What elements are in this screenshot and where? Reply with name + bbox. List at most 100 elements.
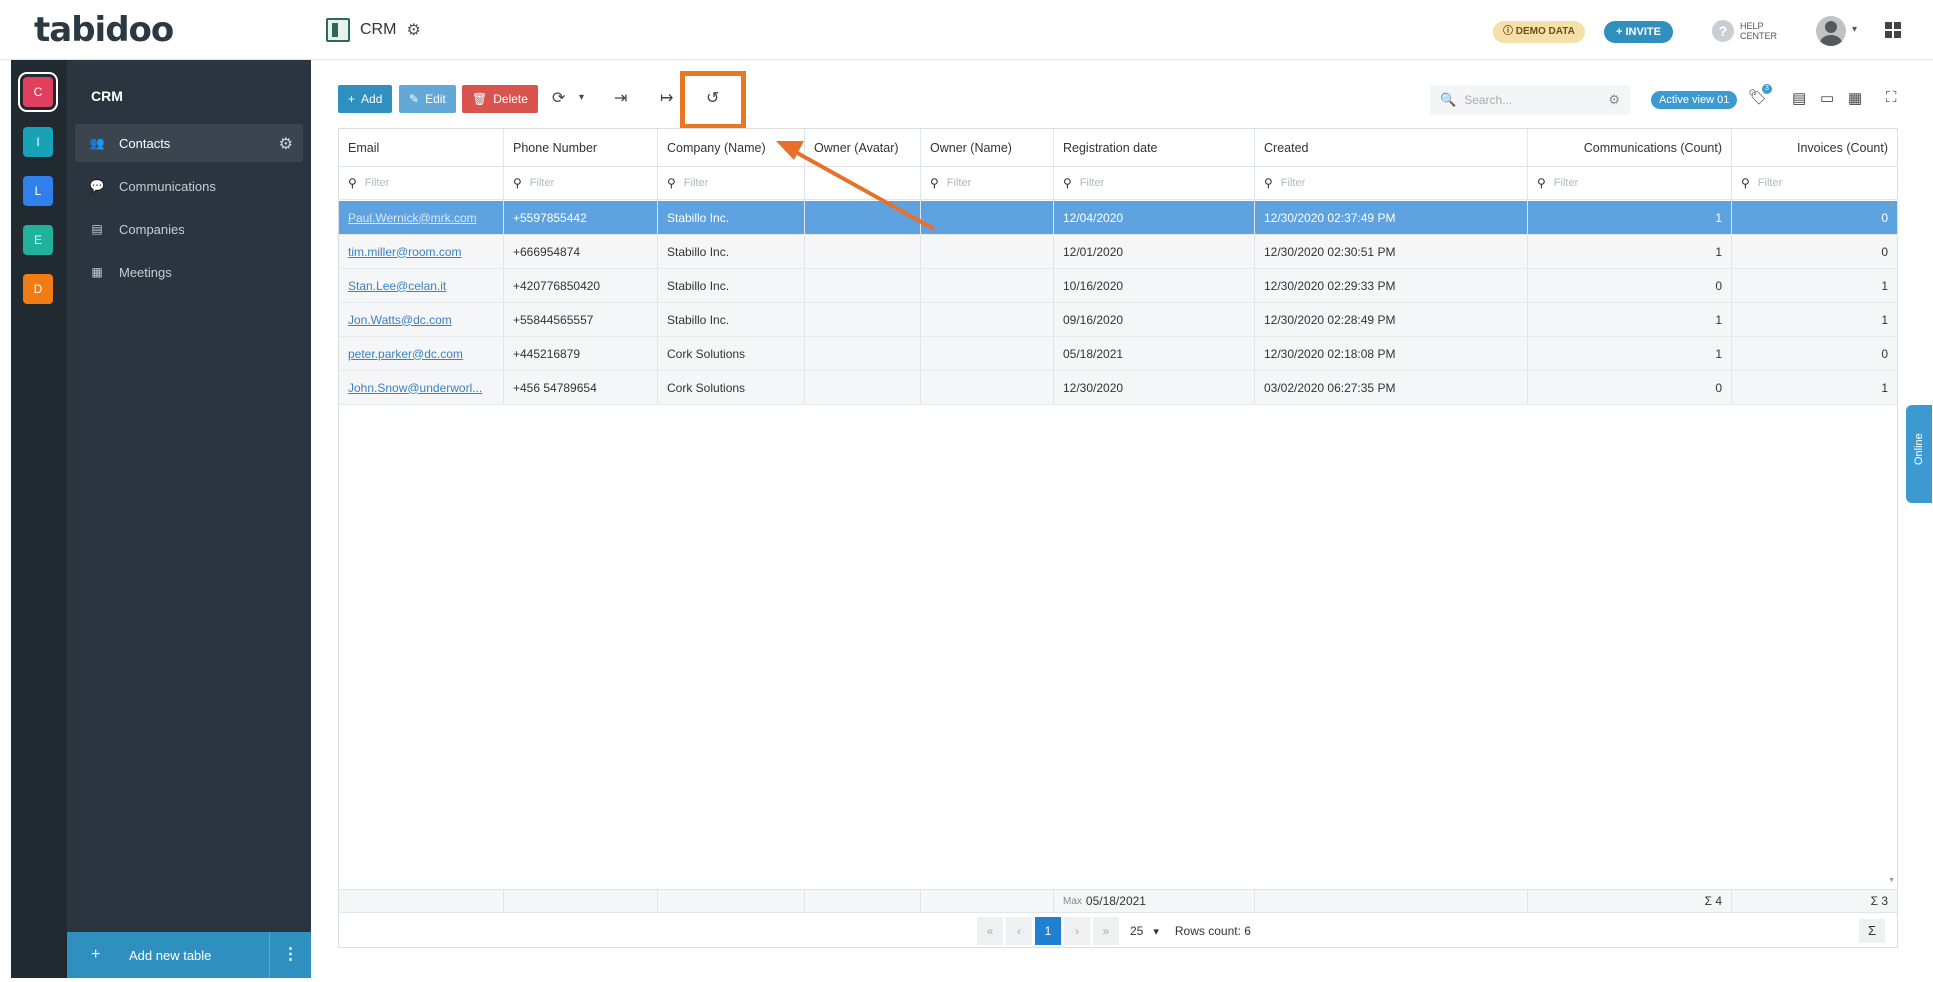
table-row[interactable]: peter.parker@dc.com +445216879 Cork Soluti… [339,337,1897,371]
table-cell[interactable]: 09/16/2020 [1054,303,1255,336]
search-input[interactable]: 🔍 Search... ⚙ [1430,85,1630,115]
card-view-icon[interactable]: ▭ [1820,89,1834,107]
column-header-owner-name[interactable]: Owner (Name) [921,129,1054,166]
table-cell[interactable]: Stabillo Inc. [658,269,805,302]
table-row[interactable]: Stan.Lee@celan.it +420776850420 Stabillo I… [339,269,1897,303]
refresh-icon[interactable]: ⟳ [552,88,565,108]
table-cell[interactable] [921,371,1054,404]
filter-owner-name[interactable]: ⚲ Filter [921,167,1054,199]
table-cell[interactable]: 0 [1528,371,1732,404]
more-vertical-icon[interactable]: ⋮ [269,932,311,978]
page-number[interactable]: 1 [1035,917,1061,945]
table-cell[interactable]: 0 [1732,235,1897,268]
table-cell[interactable]: Cork Solutions [658,337,805,370]
table-cell[interactable] [805,235,921,268]
sidebar-item-contacts[interactable]: 👥 Contacts ⚙ [75,124,303,162]
page-size-chevron-down-icon[interactable]: ▾ [1153,925,1159,938]
add-button[interactable]: + Add [338,85,393,113]
table-cell[interactable]: 12/30/2020 02:28:49 PM [1255,303,1528,336]
refresh-dropdown-caret-icon[interactable]: ▾ [579,92,584,103]
column-header-registration-date[interactable]: Registration date [1054,129,1255,166]
table-cell[interactable] [921,303,1054,336]
table-cell[interactable]: 05/18/2021 [1054,337,1255,370]
email-link[interactable]: Stan.Lee@celan.it [348,279,446,293]
search-settings-gear-icon[interactable]: ⚙ [1608,92,1620,108]
filter-registration-date[interactable]: ⚲ Filter [1054,167,1255,199]
active-view-badge[interactable]: Active view 01 [1651,91,1738,109]
table-row[interactable]: Jon.Watts@dc.com +55844565557 Stabillo Inc… [339,303,1897,337]
column-header-company[interactable]: Company (Name) [658,129,805,166]
demo-data-badge[interactable]: ⓘ DEMO DATA [1493,21,1585,43]
table-cell[interactable]: 1 [1528,337,1732,370]
user-avatar[interactable] [1816,16,1846,46]
column-header-created[interactable]: Created [1255,129,1528,166]
table-cell[interactable]: +666954874 [504,235,658,268]
table-cell[interactable] [805,371,921,404]
workspace-i[interactable]: I [23,127,53,157]
table-cell[interactable]: Jon.Watts@dc.com [339,303,504,336]
table-cell[interactable]: 0 [1528,269,1732,302]
tabidoo-logo[interactable]: tabidoo [34,10,174,50]
table-row[interactable]: tim.miller@room.com +666954874 Stabillo In… [339,235,1897,269]
app-settings-gear-icon[interactable]: ⚙ [406,20,420,40]
email-link[interactable]: Jon.Watts@dc.com [348,313,452,327]
table-settings-gear-icon[interactable]: ⚙ [279,134,293,154]
column-header-email[interactable]: Email [339,129,504,166]
table-cell[interactable]: 0 [1732,201,1897,234]
scroll-up-icon[interactable]: ▲ [1888,201,1895,208]
add-new-table-button[interactable]: + Add new table ⋮ [67,932,311,978]
table-cell[interactable] [805,269,921,302]
table-cell[interactable]: +456 54789654 [504,371,658,404]
table-cell[interactable]: 10/16/2020 [1054,269,1255,302]
column-header-phone[interactable]: Phone Number [504,129,658,166]
scroll-down-icon[interactable]: ▼ [1888,877,1895,884]
delete-button[interactable]: 🗑 Delete [462,85,538,113]
table-cell[interactable]: 1 [1528,201,1732,234]
export-icon[interactable]: ↦ [660,88,673,108]
sidebar-item-companies[interactable]: ▤ Companies [75,210,303,248]
table-cell[interactable]: 12/04/2020 [1054,201,1255,234]
table-cell[interactable]: 1 [1732,371,1897,404]
first-page-button[interactable]: « [977,917,1003,945]
table-cell[interactable]: 12/01/2020 [1054,235,1255,268]
workspace-l[interactable]: L [23,176,53,206]
table-cell[interactable]: tim.miller@room.com [339,235,504,268]
filter-communications-count[interactable]: ⚲ Filter [1528,167,1732,199]
sidebar-item-meetings[interactable]: ▦ Meetings [75,253,303,291]
table-cell[interactable]: +420776850420 [504,269,658,302]
table-cell[interactable] [921,337,1054,370]
edit-button[interactable]: ✎ Edit [399,85,456,113]
table-cell[interactable]: 12/30/2020 [1054,371,1255,404]
table-cell[interactable]: 1 [1528,303,1732,336]
import-icon[interactable]: ⇥ [614,88,627,108]
table-cell[interactable]: peter.parker@dc.com [339,337,504,370]
table-cell[interactable]: Stabillo Inc. [658,201,805,234]
table-cell[interactable] [805,337,921,370]
workspace-d[interactable]: D [23,274,53,304]
table-cell[interactable]: Cork Solutions [658,371,805,404]
last-page-button[interactable]: » [1093,917,1119,945]
table-cell[interactable]: +55844565557 [504,303,658,336]
table-cell[interactable]: Paul.Wernick@mrk.com [339,201,504,234]
table-cell[interactable]: John.Snow@underworl... [339,371,504,404]
workspace-e[interactable]: E [23,225,53,255]
table-cell[interactable]: 03/02/2020 06:27:35 PM [1255,371,1528,404]
filter-phone[interactable]: ⚲ Filter [504,167,658,199]
table-cell[interactable]: +5597855442 [504,201,658,234]
workspace-c[interactable]: C [18,72,58,112]
table-cell[interactable]: 1 [1732,303,1897,336]
table-row[interactable]: Paul.Wernick@mrk.com +5597855442 Stabillo … [339,201,1897,235]
filter-email[interactable]: ⚲ Filter [339,167,504,199]
page-size[interactable]: 25 [1130,924,1143,938]
table-cell[interactable]: 1 [1732,269,1897,302]
table-cell[interactable] [921,201,1054,234]
table-cell[interactable]: 1 [1528,235,1732,268]
sidebar-item-communications[interactable]: 💬 Communications [75,167,303,205]
table-cell[interactable] [921,235,1054,268]
fullscreen-icon[interactable]: ⛶ [1886,89,1897,106]
invite-button[interactable]: + INVITE [1604,21,1673,43]
email-link[interactable]: Paul.Wernick@mrk.com [348,211,477,225]
email-link[interactable]: peter.parker@dc.com [348,347,463,361]
table-cell[interactable]: Stabillo Inc. [658,235,805,268]
table-cell[interactable] [805,201,921,234]
